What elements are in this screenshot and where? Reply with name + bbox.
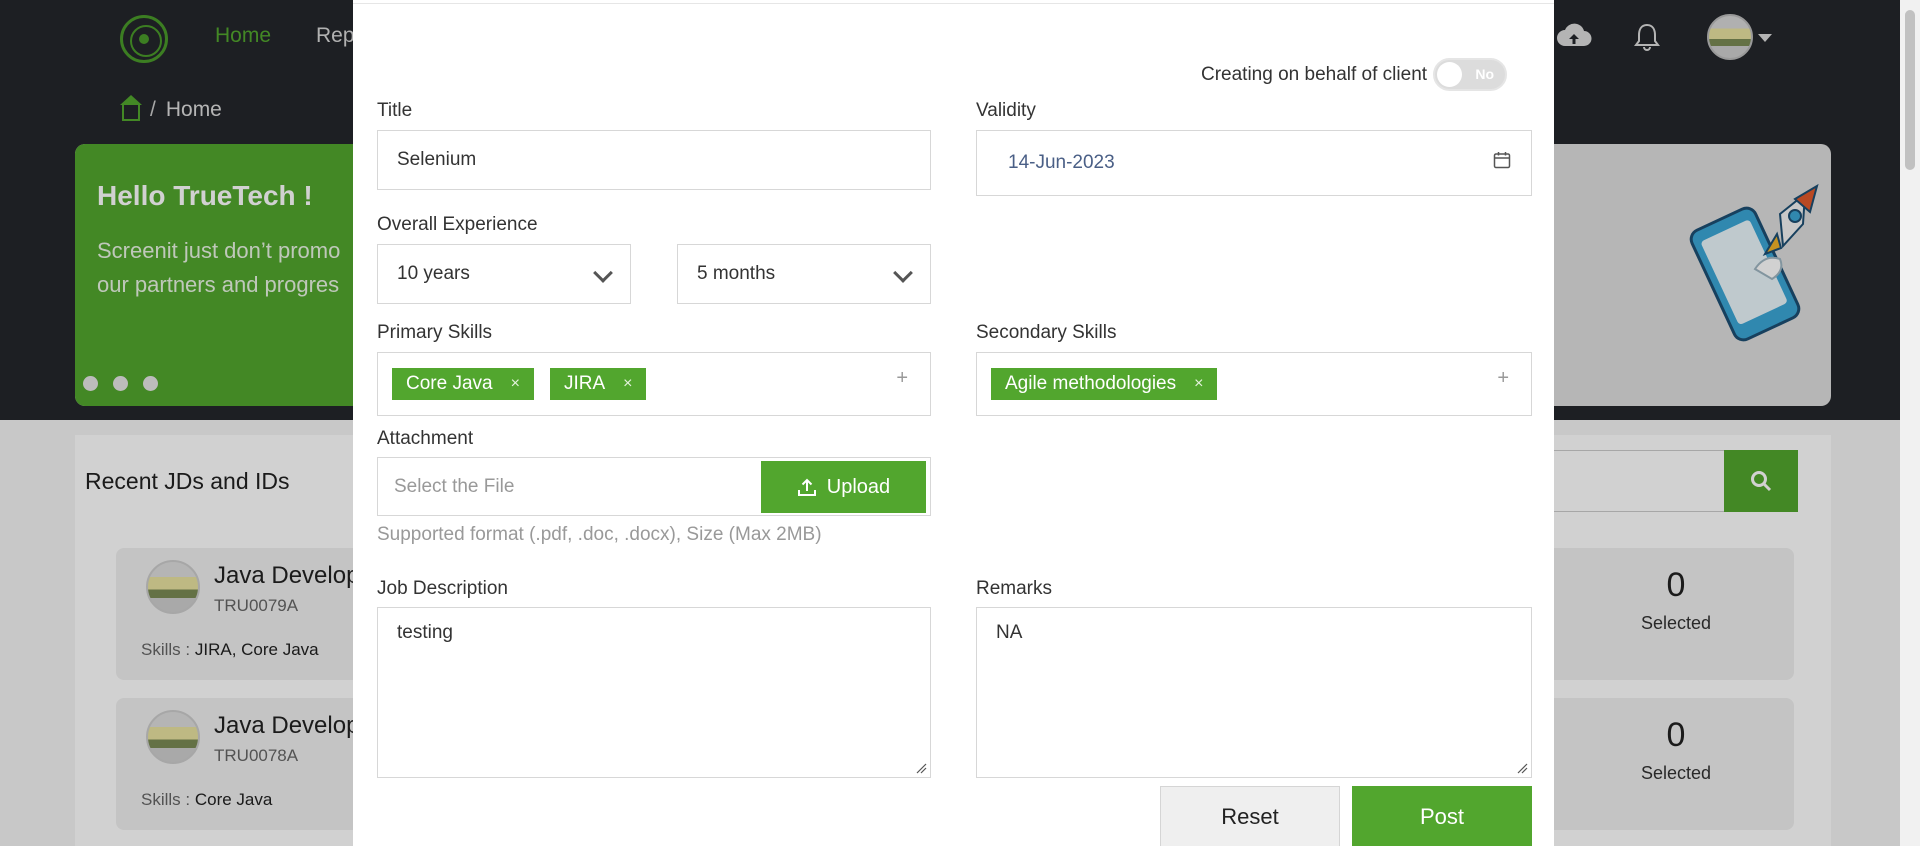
behalf-of-client-row: Creating on behalf of client No [1201, 58, 1508, 91]
title-input[interactable]: Selenium [377, 130, 931, 190]
remove-tag-icon[interactable]: × [1194, 375, 1203, 393]
upload-button[interactable]: Upload [761, 461, 926, 513]
remarks-textarea[interactable]: NA [976, 607, 1532, 778]
post-button[interactable]: Post [1352, 786, 1532, 846]
resize-handle-icon[interactable] [1516, 762, 1528, 774]
skill-tag: Core Java × [392, 368, 534, 400]
job-description-textarea[interactable]: testing [377, 607, 931, 778]
behalf-of-client-toggle[interactable]: No [1433, 58, 1508, 91]
remarks-label: Remarks [976, 578, 1053, 599]
remove-tag-icon[interactable]: × [511, 375, 520, 393]
validity-date-input[interactable]: 14-Jun-2023 [976, 130, 1532, 196]
page-scrollbar-thumb[interactable] [1905, 10, 1915, 170]
toggle-knob [1437, 62, 1463, 87]
skill-tag: Agile methodologies × [991, 368, 1218, 400]
create-jd-modal: Creating on behalf of client No Title Se… [353, 0, 1554, 846]
modal-divider [353, 3, 1554, 4]
add-skill-icon[interactable]: + [1497, 367, 1509, 390]
experience-months-select[interactable]: 5 months [677, 244, 931, 304]
job-description-label: Job Description [377, 578, 508, 599]
attachment-format-hint: Supported format (.pdf, .doc, .docx), Si… [377, 524, 822, 545]
experience-label: Overall Experience [377, 214, 538, 235]
secondary-skills-input[interactable]: Agile methodologies × + [976, 352, 1532, 416]
primary-skills-input[interactable]: Core Java × JIRA × + [377, 352, 931, 416]
resize-handle-icon[interactable] [915, 762, 927, 774]
validity-label: Validity [976, 100, 1036, 121]
toggle-state: No [1475, 66, 1495, 82]
upload-icon [797, 478, 816, 496]
reset-button[interactable]: Reset [1160, 786, 1340, 846]
chevron-down-icon [893, 263, 913, 283]
primary-skills-label: Primary Skills [377, 322, 493, 343]
title-label: Title [377, 100, 413, 121]
remove-tag-icon[interactable]: × [623, 375, 632, 393]
experience-years-select[interactable]: 10 years [377, 244, 631, 304]
behalf-of-client-label: Creating on behalf of client [1201, 63, 1428, 85]
calendar-icon[interactable] [1493, 151, 1511, 169]
chevron-down-icon [593, 263, 613, 283]
secondary-skills-label: Secondary Skills [976, 322, 1117, 343]
add-skill-icon[interactable]: + [896, 367, 908, 390]
skill-tag: JIRA × [549, 368, 647, 400]
attachment-label: Attachment [377, 428, 474, 449]
